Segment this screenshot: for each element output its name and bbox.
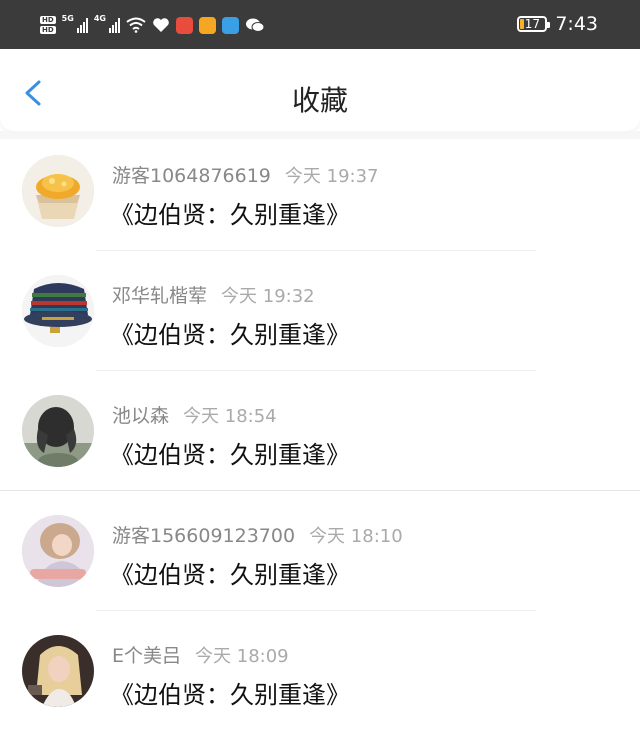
username: E个美吕 <box>112 645 182 667</box>
work-title[interactable]: 《边伯贤：久别重逢》 <box>110 315 350 350</box>
notification-app-icon <box>221 16 239 34</box>
timestamp: 今天 19:32 <box>221 286 315 307</box>
work-title[interactable]: 《边伯贤：久别重逢》 <box>110 675 350 710</box>
signal-icon <box>108 17 120 33</box>
item-meta: 游客1064876619 今天 19:37 <box>112 161 379 188</box>
list-item[interactable]: 游客156609123700 今天 18:10 《边伯贤：久别重逢》 <box>0 499 640 619</box>
signal-icon <box>76 17 88 33</box>
avatar[interactable] <box>22 515 94 587</box>
section-gap <box>0 131 640 139</box>
notification-app-icon <box>175 16 193 34</box>
divider <box>96 610 536 611</box>
favorites-list: 游客1064876619 今天 19:37 《边伯贤：久别重逢》 邓华轧楷荤 今天 … <box>0 139 640 739</box>
heart-icon <box>153 18 169 32</box>
item-meta: E个美吕 今天 18:09 <box>112 641 289 668</box>
avatar[interactable] <box>22 635 94 707</box>
header-bar: 收藏 <box>0 49 640 131</box>
network-type-label: 5G <box>61 14 74 23</box>
page-title: 收藏 <box>291 84 348 117</box>
avatar[interactable] <box>22 155 94 227</box>
username: 游客156609123700 <box>112 525 296 547</box>
status-icons-right: 17 7:43 <box>517 13 598 35</box>
network-type-label: 4G <box>93 14 106 23</box>
status-icons-left: HD HD 5G 4G <box>40 14 265 36</box>
item-meta: 邓华轧楷荤 今天 19:32 <box>112 281 315 308</box>
username: 游客1064876619 <box>112 165 271 187</box>
timestamp: 今天 18:54 <box>183 406 277 427</box>
wechat-icon <box>245 18 265 32</box>
hd-badge: HD <box>40 16 56 24</box>
battery-level: 17 <box>524 17 540 31</box>
list-item[interactable]: 游客1064876619 今天 19:37 《边伯贤：久别重逢》 <box>0 139 640 259</box>
wifi-icon <box>126 17 146 33</box>
status-bar: HD HD 5G 4G 17 7:43 <box>0 0 640 49</box>
hd-badge: HD <box>40 26 56 34</box>
username: 邓华轧楷荤 <box>112 285 208 307</box>
divider <box>96 250 536 251</box>
divider <box>96 370 536 371</box>
work-title[interactable]: 《边伯贤：久别重逢》 <box>110 435 350 470</box>
timestamp: 今天 18:09 <box>195 646 289 667</box>
list-item[interactable]: E个美吕 今天 18:09 《边伯贤：久别重逢》 <box>0 619 640 739</box>
hd-indicators: HD HD <box>40 16 56 34</box>
work-title[interactable]: 《边伯贤：久别重逢》 <box>110 195 350 230</box>
list-item[interactable]: 邓华轧楷荤 今天 19:32 《边伯贤：久别重逢》 <box>0 259 640 379</box>
avatar[interactable] <box>22 395 94 467</box>
divider <box>0 490 640 491</box>
timestamp: 今天 19:37 <box>284 166 379 187</box>
item-meta: 池以森 今天 18:54 <box>112 401 277 428</box>
status-clock: 7:43 <box>555 13 598 35</box>
username: 池以森 <box>112 405 170 427</box>
avatar[interactable] <box>22 275 94 347</box>
work-title[interactable]: 《边伯贤：久别重逢》 <box>110 555 350 590</box>
notification-app-icon <box>198 16 216 34</box>
item-meta: 游客156609123700 今天 18:10 <box>112 521 403 548</box>
battery-icon: 17 <box>517 16 551 32</box>
list-item[interactable]: 池以森 今天 18:54 《边伯贤：久别重逢》 <box>0 379 640 499</box>
timestamp: 今天 18:10 <box>309 526 403 547</box>
